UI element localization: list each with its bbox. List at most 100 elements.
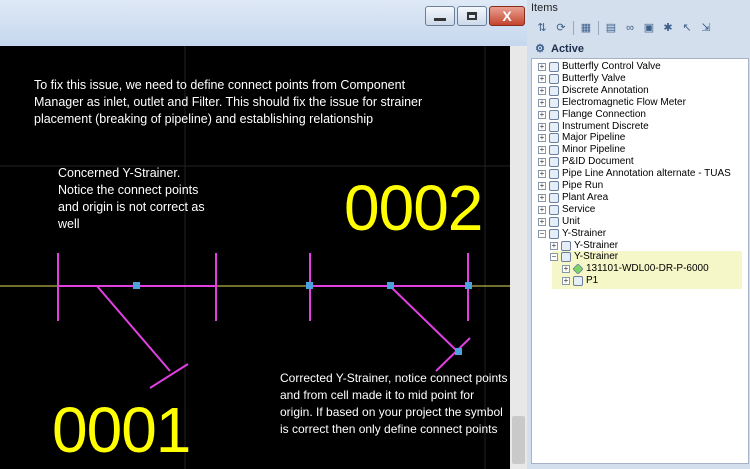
tree-item-icon — [549, 133, 559, 144]
tree-item-label: Pipe Run — [562, 180, 604, 191]
tree-item-label: Butterfly Valve — [562, 72, 626, 84]
tree-item[interactable]: + Major Pipeline — [538, 132, 625, 144]
tree-item-icon — [549, 97, 559, 108]
concerned-y-strainer-symbol — [57, 253, 217, 389]
tree-item-icon — [549, 228, 559, 239]
scrollbar-thumb[interactable] — [512, 416, 525, 464]
connect-point-origin — [387, 282, 394, 289]
tree-expander-icon[interactable]: + — [538, 134, 546, 143]
tree-item-icon — [572, 263, 584, 275]
tree-item[interactable]: + P1 — [562, 275, 598, 287]
vertical-scrollbar[interactable] — [510, 46, 527, 469]
tree-item[interactable]: + Electromagnetic Flow Meter — [538, 97, 686, 109]
clipboard-icon[interactable]: ▤ — [604, 21, 618, 35]
tree-item[interactable]: + Pipe Run — [538, 180, 603, 192]
sort-icon[interactable]: ⇅ — [535, 21, 549, 35]
tree-item[interactable]: + Y-Strainer — [550, 240, 618, 252]
tree-expander-icon[interactable]: + — [562, 265, 570, 274]
strainer-leg — [389, 285, 459, 353]
connect-point-outlet — [465, 282, 472, 289]
tree-item[interactable]: − Y-Strainer — [538, 228, 606, 240]
close-icon: X — [502, 8, 512, 24]
tree-expander-icon[interactable]: + — [538, 98, 546, 107]
tree-expander-icon[interactable]: + — [562, 277, 570, 286]
tree-item-label: 131101-WDL00-DR-P-6000 — [586, 263, 709, 275]
tag-icon[interactable]: ▣ — [642, 21, 656, 35]
tree-item[interactable]: + Flange Connection — [538, 109, 646, 121]
tree-item[interactable]: + Instrument Discrete — [538, 121, 649, 133]
tree-item-label: Service — [562, 203, 596, 215]
maximize-button[interactable] — [457, 6, 487, 26]
tree-item-icon — [549, 85, 559, 96]
corrected-y-strainer-symbol — [306, 253, 472, 372]
tree-item-icon — [549, 216, 559, 227]
tree-item-label: Minor Pipeline — [562, 144, 626, 156]
tree-item-label: P1 — [586, 275, 599, 287]
tree-expander-icon[interactable]: + — [538, 193, 546, 202]
tree-expander-icon[interactable]: + — [538, 182, 546, 190]
cursor-icon[interactable]: ↖ — [680, 21, 694, 35]
tree-item[interactable]: − Y-Strainer — [550, 251, 618, 263]
connect-point-inlet — [306, 282, 313, 289]
active-label: Active — [551, 43, 585, 55]
tree-item-label: Plant Area — [562, 191, 609, 203]
tree-item[interactable]: + Unit — [538, 216, 580, 228]
tree-expander-icon[interactable]: + — [538, 217, 546, 226]
tree-item[interactable]: +131101-WDL00-DR-P-6000 — [562, 263, 709, 275]
tree-expander-icon[interactable]: + — [538, 158, 546, 167]
minimize-button[interactable] — [425, 6, 455, 26]
minimize-icon — [434, 17, 446, 21]
tree-item-icon — [549, 204, 559, 215]
tree-item-icon — [561, 252, 571, 263]
tree-item-label: Y-Strainer — [574, 239, 619, 251]
window-titlebar: X — [0, 0, 527, 46]
label-0002: 0002 — [344, 172, 483, 244]
tree-item[interactable]: + P&ID Document — [538, 156, 634, 168]
strainer-screen — [149, 363, 189, 389]
corrected-note: Corrected Y-Strainer, notice connect poi… — [280, 371, 508, 436]
tree-expander-icon[interactable]: − — [538, 229, 546, 238]
tree-item-label: Butterfly Control Valve — [562, 61, 661, 72]
tree-item[interactable]: + Plant Area — [538, 192, 608, 204]
maximize-icon — [467, 12, 477, 20]
tree-item-icon — [549, 157, 559, 168]
items-panel-header: Items — [531, 2, 558, 14]
tree-item[interactable]: + Butterfly Valve — [538, 73, 626, 85]
close-button[interactable]: X — [489, 6, 525, 26]
tree-expander-icon[interactable]: + — [538, 170, 546, 179]
items-tree: + Butterfly Control Valve + Butterfly Valve… — [531, 58, 749, 464]
tree-item[interactable]: + Service — [538, 204, 595, 216]
tree-item[interactable]: + Pipe Line Annotation alternate - TUAS — [538, 168, 731, 180]
items-toolbar: ⇅ ⟳ ▦ ▤ ∞ ▣ ✱ ↖ ⇲ — [535, 20, 745, 36]
tree-item[interactable]: + Discrete Annotation — [538, 85, 649, 97]
toolbar-separator — [598, 21, 599, 35]
tree-item[interactable]: + Butterfly Control Valve — [538, 61, 661, 73]
tree-expander-icon[interactable]: + — [538, 110, 546, 119]
tree-item[interactable]: + Minor Pipeline — [538, 144, 625, 156]
tree-expander-icon[interactable]: + — [538, 74, 546, 83]
tree-item-icon — [573, 276, 583, 287]
tree-expander-icon[interactable]: + — [538, 205, 546, 214]
tree-expander-icon[interactable]: + — [538, 86, 546, 95]
grid-icon[interactable]: ▦ — [579, 21, 593, 35]
tree-expander-icon[interactable]: + — [538, 63, 546, 71]
label-0001: 0001 — [52, 394, 191, 466]
tree-item-label: Electromagnetic Flow Meter — [562, 96, 686, 108]
filter-icon[interactable]: ✱ — [661, 21, 675, 35]
tree-item-icon — [549, 62, 559, 72]
refresh-icon[interactable]: ⟳ — [554, 21, 568, 35]
settings-icon[interactable]: ⇲ — [699, 21, 713, 35]
tree-expander-icon[interactable]: − — [550, 253, 558, 262]
items-panel: Items ⇅ ⟳ ▦ ▤ ∞ ▣ ✱ ↖ ⇲ ⚙ Active + Butter… — [527, 0, 750, 469]
toolbar-separator — [573, 21, 574, 35]
tree-expander-icon[interactable]: + — [550, 241, 558, 250]
connect-point-filter — [455, 348, 462, 355]
tree-expander-icon[interactable]: + — [538, 146, 546, 155]
tree-expander-icon[interactable]: + — [538, 122, 546, 131]
strainer-leg — [96, 285, 171, 372]
tree-item-label: Instrument Discrete — [562, 120, 649, 132]
link-icon[interactable]: ∞ — [623, 21, 637, 35]
tree-item-label: P&ID Document — [562, 156, 634, 168]
tree-item-label: Discrete Annotation — [562, 84, 649, 96]
active-filter-row[interactable]: ⚙ Active — [533, 41, 743, 57]
